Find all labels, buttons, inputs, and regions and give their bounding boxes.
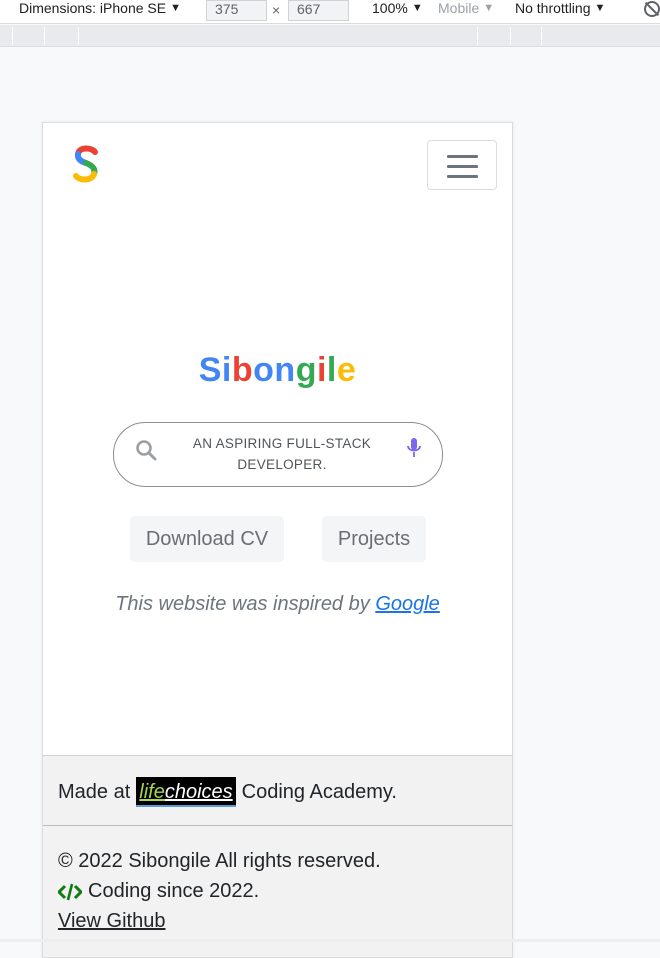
width-input[interactable]: 375: [206, 0, 267, 21]
device-type-dropdown[interactable]: Mobile ▼: [438, 0, 494, 24]
dimensions-label: Dimensions: iPhone SE: [19, 0, 167, 16]
brand-letter: o: [253, 351, 275, 389]
microphone-icon[interactable]: [406, 437, 422, 459]
footer-copyright: © 2022 Sibongile All rights reserved. Co…: [43, 826, 512, 957]
hamburger-icon: [447, 155, 478, 158]
height-input[interactable]: 667: [288, 0, 349, 21]
hamburger-icon: [447, 165, 478, 168]
search-text: AN ASPIRING FULL-STACK DEVELOPER.: [192, 436, 372, 472]
brand-letter: g: [295, 351, 317, 389]
throttling-label: No throttling: [515, 0, 591, 16]
mobile-page: Sibongile AN ASPIRING FULL-STACK DEVELOP…: [42, 122, 513, 958]
inspired-note: This website was inspired by Google: [43, 593, 512, 616]
device-type-label: Mobile: [438, 0, 480, 16]
brand-letter: i: [316, 351, 327, 389]
brand-letter: S: [198, 351, 222, 389]
ruler-tick[interactable]: [12, 27, 13, 45]
logo-choices-text: choices: [164, 781, 233, 803]
brand-title: Sibongile: [43, 351, 512, 390]
inspired-text: This website was inspired by: [115, 593, 370, 615]
code-icon: [58, 883, 82, 900]
hamburger-icon: [447, 175, 478, 178]
brand-letter: e: [336, 351, 357, 389]
zoom-label: 100%: [372, 0, 408, 16]
logo-life-text: life: [139, 781, 165, 803]
made-prefix: Made at: [58, 780, 131, 803]
google-link[interactable]: Google: [375, 593, 440, 615]
emulated-viewport: Sibongile AN ASPIRING FULL-STACK DEVELOP…: [0, 48, 660, 958]
chevron-down-icon: ▼: [170, 2, 181, 14]
chevron-down-icon: ▼: [594, 2, 606, 14]
coding-since-row: Coding since 2022.: [58, 880, 259, 903]
chevron-down-icon: ▼: [411, 2, 423, 14]
ruler-tick[interactable]: [78, 27, 79, 45]
lifechoices-logo[interactable]: lifechoices: [136, 777, 236, 807]
times-separator: ×: [272, 2, 281, 18]
ruler-tick[interactable]: [541, 27, 542, 45]
throttling-dropdown[interactable]: No throttling ▼: [515, 0, 605, 24]
site-logo-icon[interactable]: [71, 143, 101, 185]
coding-since-text: Coding since 2022.: [88, 880, 260, 902]
brand-letter: l: [326, 351, 337, 389]
brand-letter: n: [274, 351, 296, 389]
chevron-down-icon: ▼: [483, 2, 495, 14]
brand-letter: i: [221, 351, 232, 389]
menu-toggle-button[interactable]: [427, 140, 497, 190]
devtools-device-toolbar: Dimensions: iPhone SE ▼ 375 × 667 100% ▼…: [0, 0, 660, 24]
search-icon[interactable]: [135, 439, 157, 461]
ruler-tick[interactable]: [44, 27, 45, 45]
ruler-tick[interactable]: [510, 27, 511, 45]
ruler-tick[interactable]: [477, 27, 478, 45]
download-cv-button[interactable]: Download CV: [130, 516, 284, 562]
zoom-dropdown[interactable]: 100% ▼: [372, 0, 423, 24]
projects-button[interactable]: Projects: [322, 516, 426, 562]
rotate-icon[interactable]: [644, 1, 660, 17]
media-query-ruler: [0, 25, 660, 47]
copyright-text: © 2022 Sibongile All rights reserved.: [58, 850, 381, 872]
brand-letter: b: [231, 351, 254, 389]
dimensions-dropdown[interactable]: Dimensions: iPhone SE ▼: [19, 0, 181, 24]
footer-made-at: Made at lifechoices Coding Academy.: [43, 755, 512, 826]
made-suffix: Coding Academy.: [241, 780, 397, 803]
search-bar[interactable]: AN ASPIRING FULL-STACK DEVELOPER.: [113, 422, 443, 487]
github-link[interactable]: View Github: [58, 910, 165, 933]
